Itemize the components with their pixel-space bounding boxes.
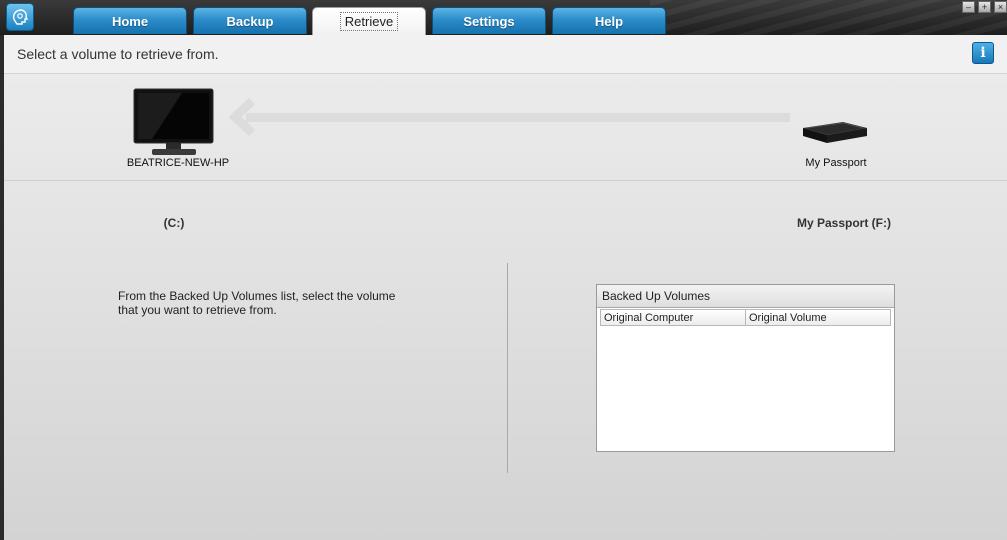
decorative-stripes [650,0,1007,35]
computer-name: BEATRICE-NEW-HP [126,157,230,169]
tab-help[interactable]: Help [552,7,666,34]
tab-settings-label: Settings [463,13,515,29]
tab-home[interactable]: Home [73,7,187,34]
external-drive-icon [799,114,871,153]
tab-retrieve-label: Retrieve [339,12,399,31]
tab-help-label: Help [594,13,624,29]
arrow-left-icon [226,97,256,141]
tab-retrieve[interactable]: Retrieve [312,7,426,35]
header-bar: Select a volume to retrieve from. i [4,35,1007,74]
tab-home-label: Home [111,13,149,29]
close-button[interactable]: × [994,1,1007,13]
device-area: BEATRICE-NEW-HP My Passport [4,74,1007,181]
tab-backup[interactable]: Backup [193,7,307,34]
tab-backup-label: Backup [226,13,274,29]
column-original-computer[interactable]: Original Computer [600,309,746,326]
retrieve-panel: Select a volume to retrieve from. i BEAT… [4,35,1007,540]
transfer-arrow-line [246,113,790,122]
tab-settings[interactable]: Settings [432,7,546,34]
computer-volume-label: (C:) [163,216,185,230]
drive-volume-label: My Passport (F:) [796,216,891,230]
instructions-text: From the Backed Up Volumes list, select … [118,289,396,317]
monitor-icon [132,87,216,162]
backed-up-volumes-panel: Backed Up Volumes Original Computer Orig… [596,284,895,452]
vertical-divider [507,263,508,473]
backed-up-volumes-title: Backed Up Volumes [597,285,894,308]
maximize-button[interactable]: + [978,1,991,13]
top-bar: Home Backup Retrieve Settings Help – + × [0,0,1007,35]
volumes-table-header: Original Computer Original Volume [600,309,891,326]
wd-smartware-logo-icon [6,3,34,31]
drive-name: My Passport [805,157,867,169]
minimize-button[interactable]: – [962,1,975,13]
page-title: Select a volume to retrieve from. [17,46,219,62]
info-icon[interactable]: i [972,42,994,64]
column-original-volume[interactable]: Original Volume [746,309,891,326]
